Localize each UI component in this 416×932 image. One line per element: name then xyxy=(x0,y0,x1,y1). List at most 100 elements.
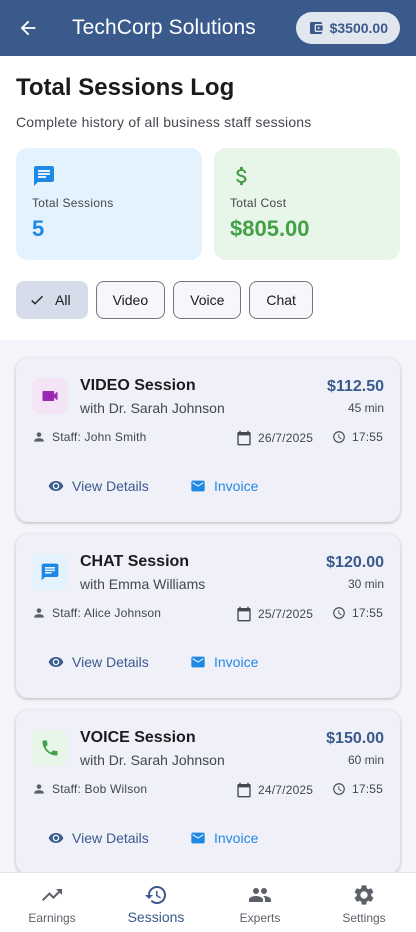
message-icon xyxy=(34,166,54,186)
invoice-button[interactable]: Invoice xyxy=(190,822,258,854)
filter-chip-all[interactable]: All xyxy=(16,281,88,319)
person-icon xyxy=(34,432,44,442)
total-sessions-label: Total Sessions xyxy=(32,196,114,210)
session-time-text: 17:55 xyxy=(352,430,384,444)
person-icon xyxy=(34,784,44,794)
filter-chip-video[interactable]: Video xyxy=(95,281,166,319)
invoice-label: Invoice xyxy=(214,478,259,494)
total-cost-card: Total Cost $805.00 xyxy=(214,148,400,260)
session-type: VOICE Session xyxy=(80,729,196,746)
session-staff: Staff: Bob Wilson xyxy=(32,782,147,796)
bottom-navigation: Earnings Sessions Experts Settings xyxy=(0,872,416,932)
wallet-balance-chip[interactable]: $3500.00 xyxy=(295,12,400,44)
clock-icon xyxy=(333,607,345,619)
nav-label: Sessions xyxy=(127,909,185,925)
session-duration: 45 min xyxy=(347,401,384,415)
total-cost-label: Total Cost xyxy=(230,196,287,210)
calendar-icon xyxy=(237,782,251,798)
session-duration: 30 min xyxy=(347,577,384,591)
back-button[interactable] xyxy=(0,0,56,56)
filter-chip-voice[interactable]: Voice xyxy=(173,281,242,319)
session-date-text: 24/7/2025 xyxy=(258,783,314,797)
wallet-balance: $3500.00 xyxy=(329,20,388,36)
session-time-text: 17:55 xyxy=(352,782,384,796)
session-date: 25/7/2025 xyxy=(236,606,313,622)
filter-chip-label: All xyxy=(55,292,71,308)
app-title: TechCorp Solutions xyxy=(72,16,256,39)
phone-icon xyxy=(42,740,58,756)
session-staff: Staff: John Smith xyxy=(32,430,147,444)
person-icon xyxy=(34,608,44,618)
session-type: CHAT Session xyxy=(80,553,190,570)
nav-label: Experts xyxy=(239,911,281,925)
filter-chip-label: Video xyxy=(112,292,149,308)
app-bar: TechCorp Solutions $3500.00 xyxy=(0,0,416,56)
session-time: 17:55 xyxy=(332,430,383,444)
invoice-label: Invoice xyxy=(214,654,259,670)
filter-chip-label: Chat xyxy=(266,292,296,308)
videocam-icon xyxy=(42,391,58,401)
invoice-label: Invoice xyxy=(214,830,259,846)
page-subtitle: Complete history of all business staff s… xyxy=(16,114,312,130)
view-details-button[interactable]: View Details xyxy=(48,646,149,678)
session-expert: with Dr. Sarah Johnson xyxy=(80,752,225,768)
clock-icon xyxy=(333,431,345,443)
session-staff: Staff: Alice Johnson xyxy=(32,606,161,620)
eye-icon xyxy=(48,657,64,667)
filter-chip-label: Voice xyxy=(190,292,225,308)
eye-icon xyxy=(48,481,64,491)
session-type: VIDEO Session xyxy=(80,377,196,394)
session-list[interactable]: VIDEO Session with Dr. Sarah Johnson $11… xyxy=(0,340,416,872)
view-details-button[interactable]: View Details xyxy=(48,822,149,854)
arrow-back-icon xyxy=(20,20,36,36)
calendar-icon xyxy=(237,606,251,622)
total-cost-value: $805.00 xyxy=(230,216,310,241)
session-price: $150.00 xyxy=(326,730,384,747)
email-icon xyxy=(191,832,205,844)
page-title: Total Sessions Log xyxy=(16,74,235,101)
check-icon xyxy=(31,295,43,305)
session-card[interactable]: VOICE Session with Dr. Sarah Johnson $15… xyxy=(16,710,400,872)
nav-item-settings[interactable]: Settings xyxy=(312,873,416,932)
session-type-tile xyxy=(32,554,68,590)
gear-icon xyxy=(354,885,374,905)
sessions-header: Total Sessions Log Complete history of a… xyxy=(0,56,416,340)
wallet-icon xyxy=(309,22,323,34)
session-staff-text: Staff: John Smith xyxy=(52,430,147,444)
session-date-text: 26/7/2025 xyxy=(258,431,314,445)
clock-icon xyxy=(333,783,345,795)
session-type-tile xyxy=(32,378,68,414)
view-details-button[interactable]: View Details xyxy=(48,470,149,502)
session-date-text: 25/7/2025 xyxy=(258,607,314,621)
view-details-label: View Details xyxy=(72,830,149,846)
session-card[interactable]: CHAT Session with Emma Williams $120.00 … xyxy=(16,534,400,698)
view-details-label: View Details xyxy=(72,654,149,670)
view-details-label: View Details xyxy=(72,478,149,494)
filter-chip-chat[interactable]: Chat xyxy=(249,281,313,319)
email-icon xyxy=(191,480,205,492)
nav-item-earnings[interactable]: Earnings xyxy=(0,873,104,932)
session-staff-text: Staff: Bob Wilson xyxy=(52,782,148,796)
trending-up-icon xyxy=(42,889,62,901)
eye-icon xyxy=(48,833,64,843)
session-type-tile xyxy=(32,730,68,766)
total-sessions-value: 5 xyxy=(32,216,45,241)
session-expert: with Dr. Sarah Johnson xyxy=(80,400,225,416)
chat-icon xyxy=(41,563,59,581)
nav-item-experts[interactable]: Experts xyxy=(208,873,312,932)
calendar-icon xyxy=(237,430,251,446)
session-date: 24/7/2025 xyxy=(236,782,313,798)
session-expert: with Emma Williams xyxy=(80,576,206,592)
session-card[interactable]: VIDEO Session with Dr. Sarah Johnson $11… xyxy=(16,358,400,522)
history-icon xyxy=(145,886,166,904)
invoice-button[interactable]: Invoice xyxy=(190,646,258,678)
nav-item-sessions[interactable]: Sessions xyxy=(104,873,208,932)
people-icon xyxy=(249,888,271,902)
session-staff-text: Staff: Alice Johnson xyxy=(52,606,162,620)
nav-label: Earnings xyxy=(28,911,76,925)
session-duration: 60 min xyxy=(347,753,384,767)
total-sessions-card: Total Sessions 5 xyxy=(16,148,202,260)
email-icon xyxy=(191,656,205,668)
invoice-button[interactable]: Invoice xyxy=(190,470,258,502)
nav-label: Settings xyxy=(342,911,386,925)
